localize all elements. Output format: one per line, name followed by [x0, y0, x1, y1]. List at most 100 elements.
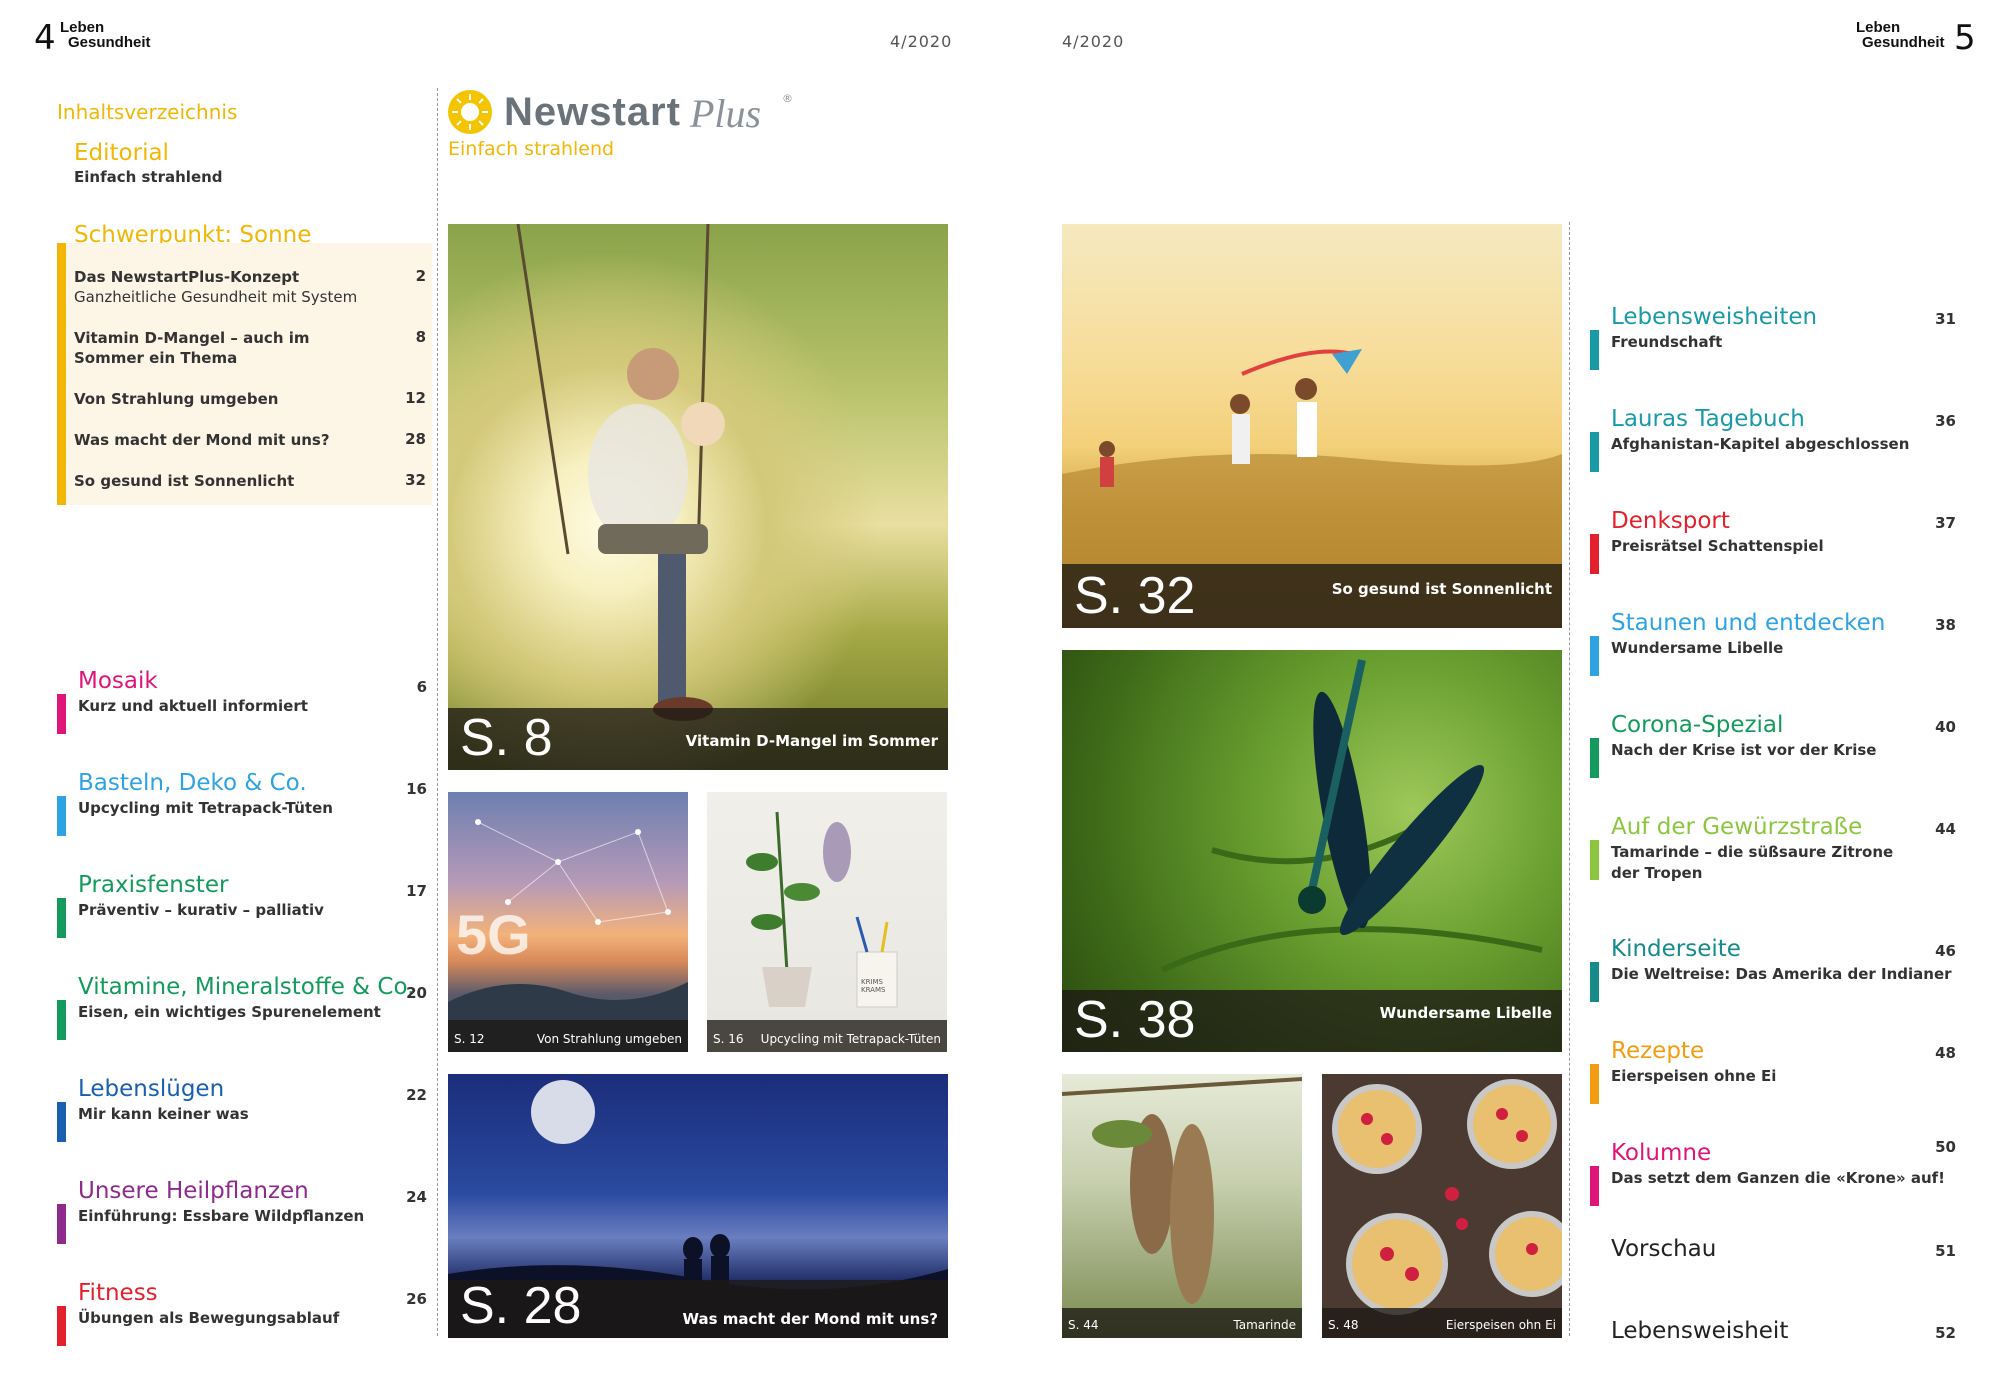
schwerpunkt-item-title: So gesund ist Sonnenlicht — [74, 472, 295, 490]
toc-section-entry[interactable]: Kolumne Das setzt dem Ganzen die «Krone» … — [1590, 1138, 1960, 1210]
schwerpunkt-item-page: 28 — [405, 430, 426, 448]
toc-section-entry[interactable]: Corona-Spezial Nach der Krise ist vor der… — [1590, 712, 1960, 782]
toc-section-entry[interactable]: Unsere Heilpflanzen Einführung: Essbare W… — [57, 1178, 427, 1244]
section-title: Vitamine, Mineralstoffe & Co. — [78, 974, 415, 1000]
section-title: Basteln, Deko & Co. — [78, 770, 307, 796]
issue-left: 4/2020 — [890, 32, 953, 51]
section-color-bar — [57, 1000, 66, 1040]
right-page-number: 5 — [1954, 18, 1976, 58]
toc-plain-entry[interactable]: Lebensweisheit 52 — [1590, 1318, 1960, 1348]
section-page: 38 — [1935, 616, 1956, 634]
caption-page-s48: S. 48 — [1328, 1318, 1359, 1332]
schwerpunkt-item-page: 2 — [415, 267, 426, 285]
section-title: Unsere Heilpflanzen — [78, 1178, 309, 1204]
caption-page-s44: S. 44 — [1068, 1318, 1099, 1332]
section-title: Denksport — [1611, 508, 1730, 534]
photo-s38[interactable]: S. 38 Wundersame Libelle — [1062, 650, 1562, 1052]
section-page: 40 — [1935, 718, 1956, 736]
muffin-illustration — [1332, 1079, 1562, 1315]
plain-section-title: Vorschau — [1611, 1236, 1717, 1262]
caption-strip-s8: S. 8 Vitamin D-Mangel im Sommer — [448, 708, 948, 770]
section-title: Lauras Tagebuch — [1611, 406, 1805, 432]
section-subtitle: Nach der Krise ist vor der Krise — [1611, 741, 1877, 759]
schwerpunkt-item[interactable]: Das NewstartPlus-Konzept Ganzheitliche Ge… — [74, 267, 426, 307]
section-subtitle: Tamarinde – die süßsaure Zitrone — [1611, 843, 1894, 861]
toc-section-entry[interactable]: Lebenslügen Mir kann keiner was 22 — [57, 1076, 427, 1142]
section-subtitle: Afghanistan-Kapitel abgeschlossen — [1611, 435, 1910, 453]
caption-strip-s32: S. 32 So gesund ist Sonnenlicht — [1062, 564, 1562, 628]
plain-section-title: Lebensweisheit — [1611, 1318, 1789, 1344]
schwerpunkt-item-title: Vitamin D-Mangel – auch im — [74, 329, 310, 347]
section-subtitle: Wundersame Libelle — [1611, 639, 1784, 657]
toc-section-entry[interactable]: Auf der Gewürzstraße Tamarinde – die süßs… — [1590, 814, 1960, 884]
magazine-logo-left: Leben Gesundheit — [60, 20, 151, 50]
schwerpunkt-item[interactable]: Vitamin D-Mangel – auch im Sommer ein The… — [74, 328, 426, 368]
section-page: 24 — [406, 1188, 427, 1206]
schwerpunkt-item-title: Das NewstartPlus-Konzept — [74, 268, 300, 286]
section-color-bar — [57, 796, 66, 836]
toc-section-entry[interactable]: Rezepte Eierspeisen ohne Ei 48 — [1590, 1038, 1960, 1108]
caption-strip-s38: S. 38 Wundersame Libelle — [1062, 990, 1562, 1052]
plant-illustration — [746, 811, 898, 1008]
caption-text-s8: Vitamin D-Mangel im Sommer — [685, 732, 938, 750]
editorial-title: Editorial — [74, 140, 169, 166]
caption-strip-s44: S. 44 Tamarinde — [1062, 1308, 1302, 1338]
toc-section-entry[interactable]: Denksport Preisrätsel Schattenspiel 37 — [1590, 508, 1960, 578]
caption-strip-s28: S. 28 Was macht der Mond mit uns? — [448, 1278, 948, 1338]
schwerpunkt-item[interactable]: Von Strahlung umgeben 12 — [74, 389, 426, 409]
section-title: Auf der Gewürzstraße — [1611, 814, 1863, 840]
logo-line1: Leben — [60, 19, 105, 36]
caption-text-s28: Was macht der Mond mit uns? — [682, 1310, 938, 1328]
toc-section-entry[interactable]: Vitamine, Mineralstoffe & Co. Eisen, ein … — [57, 974, 427, 1040]
toc-section-entry[interactable]: Mosaik Kurz und aktuell informiert 6 — [57, 668, 427, 734]
section-page: 22 — [406, 1086, 427, 1104]
toc-section-entry[interactable]: Lebensweisheiten Freundschaft 31 — [1590, 304, 1960, 374]
schwerpunkt-item[interactable]: So gesund ist Sonnenlicht 32 — [74, 471, 426, 491]
caption-page-s38: S. 38 — [1074, 991, 1196, 1049]
section-color-bar — [1590, 962, 1599, 1002]
sun-icon — [448, 90, 492, 134]
section-color-bar — [1590, 636, 1599, 676]
photo-s12[interactable]: 5G S. 12 Von Strahlung umgeben — [448, 792, 688, 1052]
caption-text-s16: Upcycling mit Tetrapack-Tüten — [760, 1032, 941, 1046]
section-title: Rezepte — [1611, 1038, 1705, 1064]
section-color-bar — [1590, 1064, 1599, 1104]
schwerpunkt-item-subtitle: Sommer ein Thema — [74, 349, 238, 367]
photo-s28[interactable]: S. 28 Was macht der Mond mit uns? — [448, 1074, 948, 1338]
swing-illustration — [516, 224, 725, 721]
section-page: 48 — [1935, 1044, 1956, 1062]
section-color-bar — [1590, 1166, 1599, 1206]
logo-line1: Leben — [1856, 19, 1901, 36]
section-page: 20 — [406, 984, 427, 1002]
schwerpunkt-item-page: 12 — [405, 389, 426, 407]
section-color-bar — [57, 898, 66, 938]
photo-s8[interactable]: S. 8 Vitamin D-Mangel im Sommer — [448, 224, 948, 770]
editorial-entry: Editorial Einfach strahlend — [74, 140, 223, 187]
photo-s16[interactable]: KRIMS KRAMS S. 16 Upcycling mit Tetrapac… — [707, 792, 947, 1052]
toc-section-entry[interactable]: Basteln, Deko & Co. Upcycling mit Tetrapa… — [57, 770, 427, 836]
logo-line2: Gesundheit — [68, 34, 151, 51]
photo-s32[interactable]: S. 32 So gesund ist Sonnenlicht — [1062, 224, 1562, 628]
logo-line2: Gesundheit — [1862, 34, 1945, 51]
section-page: 37 — [1935, 514, 1956, 532]
toc-section-entry[interactable]: Lauras Tagebuch Afghanistan-Kapitel abges… — [1590, 406, 1960, 476]
section-title: Lebenslügen — [78, 1076, 225, 1102]
toc-plain-entry[interactable]: Vorschau 51 — [1590, 1236, 1960, 1266]
toc-section-entry[interactable]: Fitness Übungen als Bewegungsablauf 26 — [57, 1280, 427, 1346]
photo-s44[interactable]: S. 44 Tamarinde — [1062, 1074, 1302, 1338]
toc-section-entry[interactable]: Kinderseite Die Weltreise: Das Amerika de… — [1590, 936, 1960, 1006]
section-subtitle: Präventiv – kurativ – palliativ — [78, 901, 324, 919]
caption-page-s8: S. 8 — [460, 709, 553, 767]
brand-name-main: Newstart — [504, 90, 681, 134]
schwerpunkt-item-page: 32 — [405, 471, 426, 489]
section-color-bar — [1590, 840, 1599, 880]
photo-s48[interactable]: S. 48 Eierspeisen ohn Ei — [1322, 1074, 1562, 1338]
schwerpunkt-item[interactable]: Was macht der Mond mit uns? 28 — [74, 430, 426, 450]
caption-strip-s16: S. 16 Upcycling mit Tetrapack-Tüten — [707, 1020, 947, 1052]
section-color-bar — [1590, 534, 1599, 574]
brand-registered: ® — [782, 92, 793, 105]
section-title: Mosaik — [78, 668, 158, 694]
toc-section-entry[interactable]: Staunen und entdecken Wundersame Libelle 3… — [1590, 610, 1960, 680]
tamarind-illustration — [1062, 1077, 1302, 1304]
toc-section-entry[interactable]: Praxisfenster Präventiv – kurativ – palli… — [57, 872, 427, 938]
